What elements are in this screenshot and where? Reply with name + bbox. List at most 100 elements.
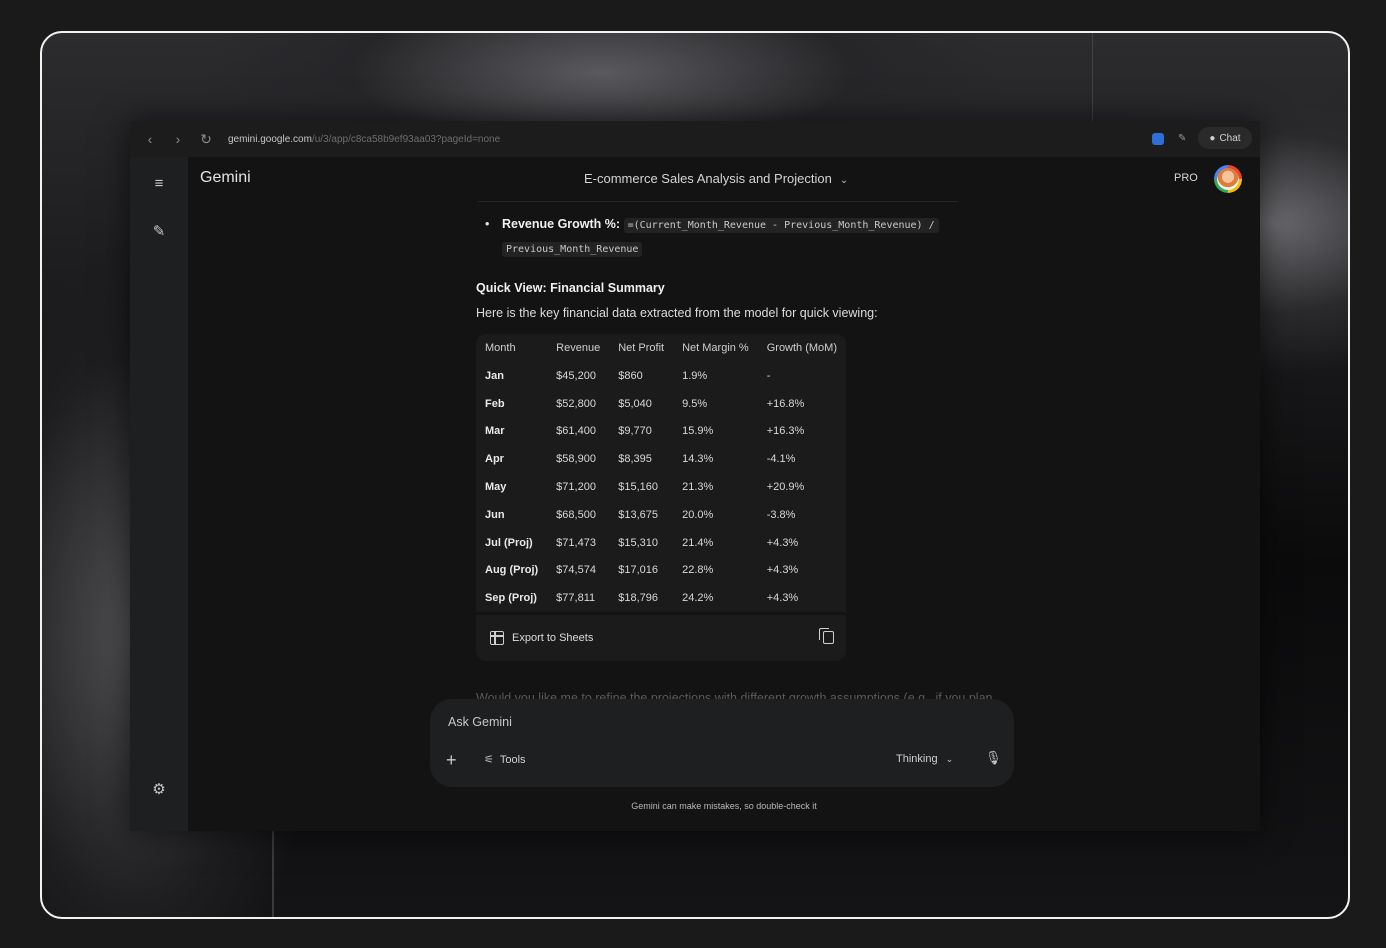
bullet-label: Revenue Growth %: [502, 217, 621, 231]
export-to-sheets-button[interactable]: Export to Sheets [512, 632, 593, 644]
table-row: Feb $52,800 $5,040 9.5% +16.8% [476, 390, 846, 418]
background-decoration [272, 823, 274, 917]
settings-icon[interactable]: ⚙ [150, 781, 168, 799]
table-cell: $9,770 [618, 425, 652, 438]
conversation-title-text: E-commerce Sales Analysis and Projection [584, 171, 832, 186]
device-frame: ‹ › ↻ gemini.google.com/u/3/app/c8ca58b9… [40, 31, 1350, 919]
table-cell: $17,016 [618, 564, 658, 577]
table-cell: 1.9% [682, 369, 708, 382]
chat-button[interactable]: ● Chat [1198, 127, 1252, 149]
table-cell: +20.9% [766, 481, 805, 494]
month-cell: Jan [485, 369, 504, 382]
reload-icon[interactable]: ↻ [198, 131, 214, 148]
tools-button[interactable]: ⚟ Tools [484, 753, 526, 767]
table-row: Sep (Proj) $77,811 $18,796 24.2% +4.3% [476, 584, 846, 612]
table-cell: +16.8% [766, 397, 805, 410]
section-intro: Here is the key financial data extracted… [476, 306, 878, 320]
table-cell: - [766, 369, 771, 382]
table-cell: +4.3% [766, 564, 799, 577]
table-cell: $860 [618, 369, 643, 382]
chat-button-label: Chat [1219, 132, 1241, 144]
extension-icon[interactable] [1152, 133, 1164, 145]
table-cell: 14.3% [682, 453, 714, 466]
month-cell: Mar [485, 425, 505, 438]
table-cell: $15,310 [618, 536, 658, 549]
plus-icon[interactable]: + [446, 751, 457, 769]
chat-bubble-icon: ● [1209, 132, 1216, 144]
table-row: Aug (Proj) $74,574 $17,016 22.8% +4.3% [476, 557, 846, 585]
table-row: Apr $58,900 $8,395 14.3% -4.1% [476, 445, 846, 473]
disclaimer: Gemini can make mistakes, so double-chec… [631, 801, 817, 811]
table-cell: $71,200 [556, 481, 596, 494]
month-cell: Apr [485, 453, 504, 466]
column-header: Month [485, 342, 516, 354]
table-cell: $15,160 [618, 481, 658, 494]
table-row: Mar $61,400 $9,770 15.9% +16.3% [476, 418, 846, 446]
table-cell: 22.8% [682, 564, 714, 577]
url-field[interactable]: gemini.google.com/u/3/app/c8ca58b9ef93aa… [228, 134, 500, 145]
table-row: Jun $68,500 $13,675 20.0% -3.8% [476, 501, 846, 529]
formula-code: =(Current_Month_Revenue - Previous_Month… [623, 218, 939, 233]
month-cell: Jul (Proj) [485, 536, 533, 549]
back-icon[interactable]: ‹ [142, 131, 158, 147]
table-cell: 24.2% [682, 592, 714, 605]
chevron-down-icon: ⌄ [945, 754, 954, 764]
table-cell: $8,395 [618, 453, 652, 466]
copy-icon[interactable] [819, 628, 834, 645]
header-divider [478, 201, 958, 202]
table-cell: 21.4% [682, 536, 714, 549]
table-cell: $77,811 [556, 592, 596, 605]
tools-icon: ⚟ [484, 754, 494, 766]
menu-icon[interactable]: ≡ [150, 175, 168, 193]
table-row: Jan $45,200 $860 1.9% - [476, 362, 846, 390]
table-cell: -4.1% [766, 453, 796, 466]
table-cell: +4.3% [766, 536, 799, 549]
mode-label: Thinking [896, 753, 938, 765]
prompt-input[interactable]: Ask Gemini [448, 715, 512, 729]
formula-bullet: Revenue Growth %: =(Current_Month_Revenu… [476, 213, 996, 261]
sheets-icon[interactable] [490, 631, 504, 646]
conversation-title[interactable]: E-commerce Sales Analysis and Projection… [584, 171, 848, 186]
table-cell: $58,900 [556, 453, 596, 466]
table-cell: $45,200 [556, 369, 596, 382]
table-cell: $74,574 [556, 564, 596, 577]
url-host: gemini.google.com [228, 133, 312, 145]
main-panel: Gemini E-commerce Sales Analysis and Pro… [188, 157, 1260, 831]
table-cell: +16.3% [766, 425, 805, 438]
table-cell: 20.0% [682, 508, 714, 521]
table-cell: $13,675 [618, 508, 658, 521]
section-heading: Quick View: Financial Summary [476, 281, 665, 295]
new-chat-icon[interactable]: ✎ [150, 223, 168, 241]
month-cell: Jun [485, 508, 505, 521]
column-header: Net Margin % [682, 342, 749, 354]
url-path: /u/3/app/c8ca58b9ef93aa03?pageId=none [311, 133, 501, 145]
column-header: Growth (MoM) [766, 342, 837, 354]
chevron-down-icon: ⌄ [839, 175, 849, 186]
table-cell: -3.8% [766, 508, 796, 521]
app-brand[interactable]: Gemini [200, 169, 251, 187]
response-content: Revenue Growth %: =(Current_Month_Revenu… [476, 213, 996, 662]
feather-icon[interactable]: ✎ [1178, 133, 1188, 145]
browser-window: ‹ › ↻ gemini.google.com/u/3/app/c8ca58b9… [130, 121, 1260, 831]
table-cell: $71,473 [556, 536, 596, 549]
table-cell: $52,800 [556, 397, 596, 410]
financial-table: Month Revenue Net Profit Net Margin % Gr… [476, 334, 846, 662]
table-cell: $18,796 [618, 592, 658, 605]
table-cell: +4.3% [766, 592, 799, 605]
table-footer: Export to Sheets [476, 612, 846, 661]
mic-icon[interactable]: 🎙 [985, 750, 1002, 766]
table-cell: $5,040 [618, 397, 652, 410]
column-header: Revenue [556, 342, 601, 354]
avatar[interactable] [1214, 165, 1242, 193]
tools-label: Tools [499, 753, 526, 766]
table-row: May $71,200 $15,160 21.3% +20.9% [476, 473, 846, 501]
mode-selector[interactable]: Thinking ⌄ [896, 753, 953, 765]
table-row: Jul (Proj) $71,473 $15,310 21.4% +4.3% [476, 529, 846, 557]
month-cell: May [485, 481, 507, 494]
table-cell: 21.3% [682, 481, 714, 494]
forward-icon[interactable]: › [170, 131, 186, 147]
table-cell: $61,400 [556, 425, 596, 438]
table-cell: 15.9% [682, 425, 714, 438]
month-cell: Feb [485, 397, 505, 410]
month-cell: Sep (Proj) [485, 592, 537, 605]
